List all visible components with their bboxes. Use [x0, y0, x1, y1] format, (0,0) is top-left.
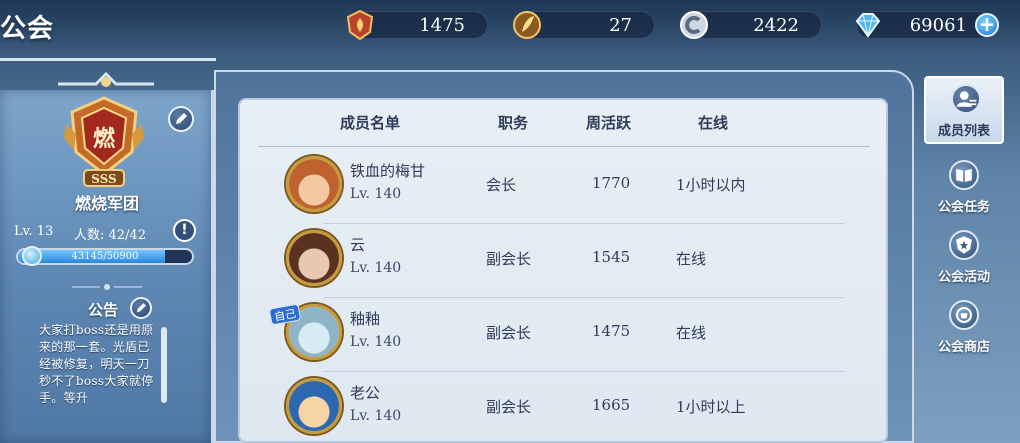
member-weekly-activity: 1665 — [592, 396, 631, 414]
panel-ornament-icon — [58, 71, 154, 87]
exclamation-icon: ! — [181, 222, 188, 238]
guild-exp-bar: 43145/50900 — [16, 248, 194, 265]
member-role: 会长 — [486, 176, 517, 194]
tab-label: 成员列表 — [937, 124, 990, 139]
guild-badge-icon — [346, 9, 374, 41]
member-row[interactable]: 铁血的梅甘 Lv. 140 会长 1770 1小时以内 — [266, 150, 862, 224]
exp-gem-icon — [22, 246, 42, 266]
tab-label: 公会任务 — [937, 200, 990, 215]
book-icon — [949, 160, 979, 190]
member-online-status: 1小时以内 — [676, 176, 746, 194]
shop-icon — [949, 300, 979, 330]
tab-guild-activity[interactable]: 公会活动 — [924, 224, 1004, 292]
resource-feather-token[interactable]: 27 — [513, 11, 655, 39]
member-level: Lv. 140 — [350, 408, 402, 424]
diamond-icon — [855, 13, 881, 38]
guild-info-button[interactable]: ! — [173, 219, 196, 242]
notice-text: 大家打boss还是用原来的那一套。光盾已经被修复，明天一刀秒不了boss大家就停… — [39, 323, 154, 405]
guild-emblem-icon: 燃 SSS — [64, 96, 144, 187]
member-avatar[interactable] — [286, 378, 342, 434]
add-diamond-button[interactable]: + — [975, 13, 999, 37]
feather-token-value: 27 — [609, 15, 632, 36]
member-role: 副会长 — [486, 398, 532, 416]
member-name: 铁血的梅甘 — [350, 162, 426, 180]
silver-coin-value: 2422 — [753, 15, 799, 36]
rank-text: SSS — [91, 172, 116, 186]
notice-scrollbar[interactable] — [161, 327, 167, 403]
shield-star-icon — [949, 230, 979, 260]
member-online-status: 在线 — [676, 250, 707, 268]
diamond-value: 69061 — [909, 15, 967, 36]
member-row[interactable]: 自己 釉釉 Lv. 140 副会长 1475 在线 — [266, 298, 862, 372]
pencil-icon — [176, 113, 187, 124]
notice-title: 公告 — [88, 301, 119, 319]
tab-guild-tasks[interactable]: 公会任务 — [924, 154, 1004, 222]
member-weekly-activity: 1475 — [592, 322, 631, 340]
avatar-portrait — [289, 381, 339, 431]
member-level: Lv. 140 — [350, 186, 402, 202]
member-list-icon — [951, 84, 981, 114]
edit-notice-button[interactable] — [130, 297, 152, 319]
tab-member-list[interactable]: 成员列表 — [924, 76, 1004, 144]
member-row[interactable]: 云 Lv. 140 副会长 1545 在线 — [266, 224, 862, 298]
top-bar: 公会 1475 27 2422 69061 + — [0, 0, 1020, 52]
pencil-icon — [136, 303, 146, 313]
guild-name: 燃烧军团 — [74, 194, 139, 213]
member-name: 釉釉 — [350, 310, 381, 328]
member-level: Lv. 140 — [350, 260, 402, 276]
header-online: 在线 — [698, 114, 729, 132]
resource-silver-coin[interactable]: 2422 — [680, 11, 822, 39]
member-online-status: 在线 — [676, 324, 707, 342]
member-avatar[interactable] — [286, 156, 342, 212]
page-title: 公会 — [0, 14, 55, 44]
avatar-portrait — [289, 159, 339, 209]
avatar-portrait — [289, 233, 339, 283]
member-role: 副会长 — [486, 250, 532, 268]
tab-label: 公会商店 — [937, 340, 990, 355]
member-name: 老公 — [350, 384, 381, 402]
member-level: Lv. 140 — [350, 334, 402, 350]
tab-label: 公会活动 — [937, 270, 990, 285]
exp-text: 43145/50900 — [71, 251, 139, 262]
silver-coin-icon — [680, 11, 708, 39]
member-online-status: 1小时以上 — [676, 398, 746, 416]
plus-icon: + — [978, 12, 996, 36]
member-row[interactable]: 老公 Lv. 140 副会长 1665 1小时以上 — [266, 372, 862, 443]
emblem-text: 燃 — [93, 126, 116, 152]
member-weekly-activity: 1770 — [592, 174, 631, 192]
member-avatar[interactable] — [286, 230, 342, 286]
member-name: 云 — [350, 236, 366, 254]
guild-badge-value: 1475 — [419, 15, 465, 36]
resource-diamond[interactable]: 69061 + — [855, 11, 999, 39]
member-role: 副会长 — [486, 324, 532, 342]
header-weekly-activity: 周活跃 — [586, 114, 632, 132]
divider-ornament-icon — [72, 284, 142, 290]
header-divider — [258, 146, 870, 147]
member-count: 人数: 42/42 — [74, 228, 146, 243]
member-weekly-activity: 1545 — [592, 248, 631, 266]
side-tab-bar: 成员列表 公会任务 公会活动 公会商店 — [920, 70, 1008, 443]
edit-guild-button[interactable] — [168, 106, 194, 132]
header-role: 职务 — [498, 114, 529, 132]
feather-icon — [513, 11, 541, 39]
header-member-name: 成员名单 — [340, 114, 401, 132]
resource-guild-badge[interactable]: 1475 — [346, 9, 488, 41]
tab-guild-shop[interactable]: 公会商店 — [924, 294, 1004, 362]
guild-level: Lv. 13 — [14, 224, 54, 239]
